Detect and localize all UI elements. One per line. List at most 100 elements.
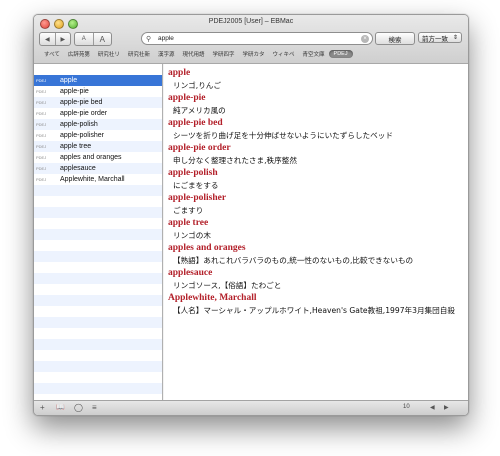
list-item[interactable]: PDEJ apple tree	[34, 141, 162, 152]
next-icon[interactable]: ▶	[444, 404, 449, 411]
chevron-updown-icon: ⇕	[452, 35, 458, 41]
book-icon[interactable]: 📖	[56, 403, 65, 411]
headword: apple-polisher	[168, 193, 227, 203]
headword: Applewhite, Marchall	[168, 293, 257, 303]
source-label: PDEJ	[36, 111, 47, 116]
results-list: PDEJ apple PDEJ apple-pie PDEJ apple-pie be…	[34, 64, 163, 401]
tab-kojien[interactable]: 広辞苑第	[64, 50, 94, 58]
source-label: PDEJ	[36, 78, 47, 83]
list-icon[interactable]: ≡	[92, 403, 97, 412]
source-label: PDEJ	[36, 177, 47, 182]
headword: apple-polish	[168, 168, 218, 178]
dictionary-tabs: すべて 広辞苑第 研究社リ 研究社新 漢字源 現代用語 学研四字 学研カタ ウィ…	[40, 49, 462, 59]
list-item[interactable]: PDEJ apple-pie bed	[34, 97, 162, 108]
circle-icon[interactable]: ◯	[74, 403, 83, 412]
word-label: apple-polisher	[60, 132, 104, 139]
app-window: PDEJ2005 [User] – EBMac ◀ ▶ A A ⚲ apple …	[33, 14, 469, 416]
word-label: apple-pie	[60, 88, 89, 95]
definition: 純アメリカ風の	[173, 106, 226, 115]
list-item[interactable]: PDEJ apple-pie order	[34, 108, 162, 119]
tab-gendai-yougo[interactable]: 現代用語	[178, 50, 208, 58]
entry: apples and oranges 【熟語】あれこれバラバラのもの,統一性のな…	[168, 242, 464, 267]
source-label: PDEJ	[36, 155, 47, 160]
entry: apple-pie 純アメリカ風の	[168, 92, 464, 117]
source-label: PDEJ	[36, 100, 47, 105]
word-label: applesauce	[60, 165, 96, 172]
definition: シーツを折り曲げ足を十分伸ばせないようにいたずらしたベッド	[173, 131, 393, 140]
source-label: PDEJ	[36, 133, 47, 138]
tab-gakken-yoji[interactable]: 学研四字	[208, 50, 238, 58]
headword: apple-pie	[168, 93, 206, 103]
font-larger-button[interactable]: A	[94, 33, 112, 45]
headword: apple-pie order	[168, 143, 231, 153]
headword: apples and oranges	[168, 243, 246, 253]
search-button[interactable]: 検索	[375, 32, 415, 45]
entry: apple-pie order 申し分なく整理されたさま,秩序整然	[168, 142, 464, 167]
font-size-value: 10	[403, 404, 410, 410]
headword: apple	[168, 68, 191, 78]
definition: 【人名】マーシャル・アップルホワイト,Heaven's Gate教祖,1997年…	[173, 306, 455, 315]
definition: にごまをする	[173, 181, 219, 190]
definition: リンゴソース,【俗語】たわごと	[173, 281, 282, 290]
match-mode-value: 前方一致	[422, 35, 448, 43]
source-label: PDEJ	[36, 122, 47, 127]
tab-gakken-kata[interactable]: 学研カタ	[239, 50, 269, 58]
tab-kanjigen[interactable]: 漢字源	[154, 50, 179, 58]
font-smaller-button[interactable]: A	[75, 33, 94, 45]
definition: 【熟語】あれこれバラバラのもの,統一性のないもの,比較できないもの	[173, 256, 414, 265]
definition: ごますり	[173, 206, 204, 215]
list-item[interactable]: PDEJ Applewhite, Marchall	[34, 174, 162, 185]
forward-button[interactable]: ▶	[56, 33, 71, 45]
search-input[interactable]: apple	[156, 35, 361, 42]
search-field[interactable]: ⚲ apple ×	[141, 32, 373, 45]
word-label: Applewhite, Marchall	[60, 176, 125, 183]
entry: apple-polish にごまをする	[168, 167, 464, 192]
source-label: PDEJ	[36, 144, 47, 149]
toolbar: ◀ ▶ A A ⚲ apple × 検索 前方一致 ⇕	[34, 32, 468, 46]
back-button[interactable]: ◀	[40, 33, 56, 45]
list-item[interactable]: PDEJ apple-polisher	[34, 130, 162, 141]
word-label: apple tree	[60, 143, 92, 150]
add-icon[interactable]: +	[40, 403, 45, 412]
list-item[interactable]: PDEJ apples and oranges	[34, 152, 162, 163]
definition: リンゴの木	[173, 231, 211, 240]
definition: リンゴ,りんご	[173, 81, 221, 90]
list-item[interactable]: PDEJ apple-polish	[34, 119, 162, 130]
source-label: PDEJ	[36, 89, 47, 94]
word-label: apple-pie bed	[60, 99, 103, 106]
tab-wikipedia[interactable]: ウィキペ	[269, 50, 299, 58]
headword: applesauce	[168, 268, 213, 278]
entry: apple リンゴ,りんご	[168, 67, 464, 92]
headword: apple-pie bed	[168, 118, 223, 128]
entry: apple-pie bed シーツを折り曲げ足を十分伸ばせないようにいたずらした…	[168, 117, 464, 142]
word-label: apple-polish	[60, 121, 98, 128]
titlebar: PDEJ2005 [User] – EBMac ◀ ▶ A A ⚲ apple …	[34, 15, 468, 64]
tab-kenkyusha-shin[interactable]: 研究社新	[124, 50, 154, 58]
word-label: apples and oranges	[60, 154, 122, 161]
entry: applesauce リンゴソース,【俗語】たわごと	[168, 267, 464, 292]
source-label: PDEJ	[36, 166, 47, 171]
word-label: apple	[60, 77, 78, 84]
clear-search-icon[interactable]: ×	[361, 34, 369, 43]
tab-aozora[interactable]: 青空文庫	[299, 50, 329, 58]
entry: Applewhite, Marchall 【人名】マーシャル・アップルホワイト,…	[168, 292, 464, 317]
entry: apple-polisher ごますり	[168, 192, 464, 217]
tab-all[interactable]: すべて	[40, 50, 64, 58]
match-mode-select[interactable]: 前方一致 ⇕	[418, 32, 462, 43]
tab-kenkyusha-ri[interactable]: 研究社リ	[94, 50, 124, 58]
tab-pdej[interactable]: PDEJ	[328, 50, 353, 58]
headword: apple tree	[168, 218, 209, 228]
list-item[interactable]: PDEJ apple-pie	[34, 86, 162, 97]
search-icon: ⚲	[146, 35, 152, 43]
entry: apple tree リンゴの木	[168, 217, 464, 242]
window-title: PDEJ2005 [User] – EBMac	[208, 18, 294, 25]
definition-pane: apple リンゴ,りんご apple-pie 純アメリカ風の apple-pi…	[164, 64, 468, 401]
word-label: apple-pie order	[60, 110, 108, 117]
list-item[interactable]: PDEJ apple	[34, 75, 162, 86]
prev-icon[interactable]: ◀	[430, 404, 435, 411]
definition: 申し分なく整理されたさま,秩序整然	[173, 156, 297, 165]
history-nav: ◀ ▶	[39, 32, 71, 46]
list-item[interactable]: PDEJ applesauce	[34, 163, 162, 174]
bottom-bar: + 📖 ◯ ≡ 10 ◀ ▶	[34, 400, 468, 415]
font-size-control: A A	[74, 32, 112, 46]
